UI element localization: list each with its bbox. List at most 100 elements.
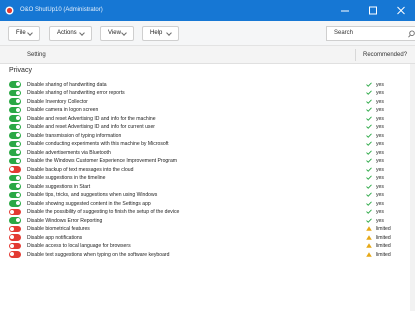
setting-row[interactable]: Disable transmission of typing informati… xyxy=(0,131,415,140)
column-header: Setting Recommended? xyxy=(0,46,415,64)
column-header-setting[interactable]: Setting xyxy=(27,52,46,58)
toggle-switch[interactable] xyxy=(9,183,21,190)
recommended-value: yes xyxy=(376,132,384,139)
recommended-value: yes xyxy=(376,115,384,122)
setting-row[interactable]: Disable app notifications limited xyxy=(0,233,415,242)
setting-label: Disable access to local language for bro… xyxy=(27,243,131,249)
checkmark-icon xyxy=(366,81,372,87)
toggle-switch[interactable] xyxy=(9,217,21,224)
setting-row[interactable]: Disable suggestions in the timeline yes xyxy=(0,174,415,183)
toggle-switch[interactable] xyxy=(9,115,21,122)
toggle-switch[interactable] xyxy=(9,251,21,258)
search-icon xyxy=(408,30,415,38)
toggle-switch[interactable] xyxy=(9,225,21,232)
checkmark-icon xyxy=(366,217,372,223)
toggle-switch[interactable] xyxy=(9,234,21,241)
setting-row[interactable]: Disable suggestions in Start yes xyxy=(0,182,415,191)
setting-label: Disable camera in logon screen xyxy=(27,107,99,113)
recommended-value: yes xyxy=(376,175,384,181)
actions-menu-label: Actions xyxy=(57,30,77,36)
setting-row[interactable]: Disable tips, tricks, and suggestions wh… xyxy=(0,191,415,200)
toggle-switch[interactable] xyxy=(9,98,21,105)
toggle-switch[interactable] xyxy=(9,149,21,156)
checkmark-icon xyxy=(366,90,372,95)
setting-label: Disable the possibility of suggesting to… xyxy=(27,209,180,215)
toggle-switch[interactable] xyxy=(9,242,21,249)
setting-label: Disable sharing of handwriting data xyxy=(27,81,107,88)
app-logo-icon xyxy=(5,6,14,15)
toggle-switch[interactable] xyxy=(9,89,21,96)
toggle-switch[interactable] xyxy=(9,81,21,88)
setting-row[interactable]: Disable conducting experiments with this… xyxy=(0,140,415,149)
setting-row[interactable]: Disable camera in logon screen yes xyxy=(0,106,415,115)
vertical-scrollbar[interactable] xyxy=(410,64,415,311)
setting-row[interactable]: Disable backup of text messages into the… xyxy=(0,165,415,174)
maximize-icon xyxy=(369,6,377,15)
recommended-value: yes xyxy=(376,183,384,190)
chevron-down-icon xyxy=(166,27,172,40)
setting-row[interactable]: Disable sharing of handwriting error rep… xyxy=(0,89,415,98)
toggle-switch[interactable] xyxy=(9,157,21,164)
setting-row[interactable]: Disable sharing of handwriting data yes xyxy=(0,80,415,89)
help-menu-label: Help xyxy=(150,30,163,36)
setting-label: Disable advertisements via Bluetooth xyxy=(27,149,111,156)
setting-row[interactable]: Disable Windows Error Reporting yes xyxy=(0,216,415,225)
actions-menu-button[interactable]: Actions xyxy=(49,26,92,41)
toggle-switch[interactable] xyxy=(9,123,21,130)
setting-row[interactable]: Disable advertisements via Bluetooth yes xyxy=(0,148,415,157)
checkmark-icon xyxy=(366,149,372,155)
settings-list: Disable sharing of handwriting data yes Di… xyxy=(0,80,415,259)
checkmark-icon xyxy=(366,192,372,197)
recommended-value: yes xyxy=(376,209,384,215)
setting-label: Disable showing suggested content in the… xyxy=(27,200,151,207)
checkmark-icon xyxy=(366,141,372,146)
recommended-value: yes xyxy=(376,90,384,96)
checkmark-icon xyxy=(366,175,372,180)
setting-label: Disable app notifications xyxy=(27,234,83,241)
warning-icon xyxy=(366,234,372,240)
checkmark-icon xyxy=(366,209,372,214)
search-input[interactable]: Search xyxy=(326,26,415,41)
toggle-switch[interactable] xyxy=(9,166,21,173)
checkmark-icon xyxy=(366,115,372,121)
toggle-switch[interactable] xyxy=(9,106,21,113)
setting-label: Disable tips, tricks, and suggestions wh… xyxy=(27,192,158,198)
setting-row[interactable]: Disable showing suggested content in the… xyxy=(0,199,415,208)
setting-row[interactable]: Disable the possibility of suggesting to… xyxy=(0,208,415,217)
setting-label: Disable Inventory Collector xyxy=(27,98,88,105)
setting-row[interactable]: Disable and reset Advertising ID and inf… xyxy=(0,123,415,132)
file-menu-button[interactable]: File xyxy=(8,26,40,41)
window-title: O&O ShutUp10 (Administrator) xyxy=(20,7,103,13)
column-header-recommended[interactable]: Recommended? xyxy=(363,52,407,58)
setting-row[interactable]: Disable the Windows Customer Experience … xyxy=(0,157,415,166)
minimize-button[interactable] xyxy=(331,0,359,21)
setting-label: Disable suggestions in Start xyxy=(27,183,91,190)
view-menu-label: View xyxy=(108,30,121,36)
help-menu-button[interactable]: Help xyxy=(142,26,179,41)
setting-row[interactable]: Disable text suggestions when typing on … xyxy=(0,250,415,259)
toggle-switch[interactable] xyxy=(9,132,21,139)
setting-label: Disable suggestions in the timeline xyxy=(27,175,106,181)
app-window: O&O ShutUp10 (Administrator) File Action… xyxy=(0,0,415,311)
search-label: Search xyxy=(334,30,354,36)
title-bar[interactable]: O&O ShutUp10 (Administrator) xyxy=(0,0,415,21)
chevron-down-icon xyxy=(79,27,85,40)
recommended-value: limited xyxy=(376,251,391,258)
toggle-switch[interactable] xyxy=(9,174,21,181)
toggle-switch[interactable] xyxy=(9,191,21,198)
view-menu-button[interactable]: View xyxy=(100,26,134,41)
checkmark-icon xyxy=(366,166,372,172)
maximize-button[interactable] xyxy=(359,0,387,21)
toggle-switch[interactable] xyxy=(9,140,21,147)
recommended-value: limited xyxy=(376,243,391,249)
setting-label: Disable and reset Advertising ID and inf… xyxy=(27,124,155,130)
setting-row[interactable]: Disable access to local language for bro… xyxy=(0,242,415,251)
setting-row[interactable]: Disable biometrical features limited xyxy=(0,225,415,234)
toggle-switch[interactable] xyxy=(9,208,21,215)
setting-row[interactable]: Disable Inventory Collector yes xyxy=(0,97,415,106)
close-button[interactable] xyxy=(387,0,415,21)
setting-row[interactable]: Disable and reset Advertising ID and inf… xyxy=(0,114,415,123)
checkmark-icon xyxy=(366,158,372,163)
toggle-switch[interactable] xyxy=(9,200,21,207)
recommended-value: yes xyxy=(376,149,384,156)
